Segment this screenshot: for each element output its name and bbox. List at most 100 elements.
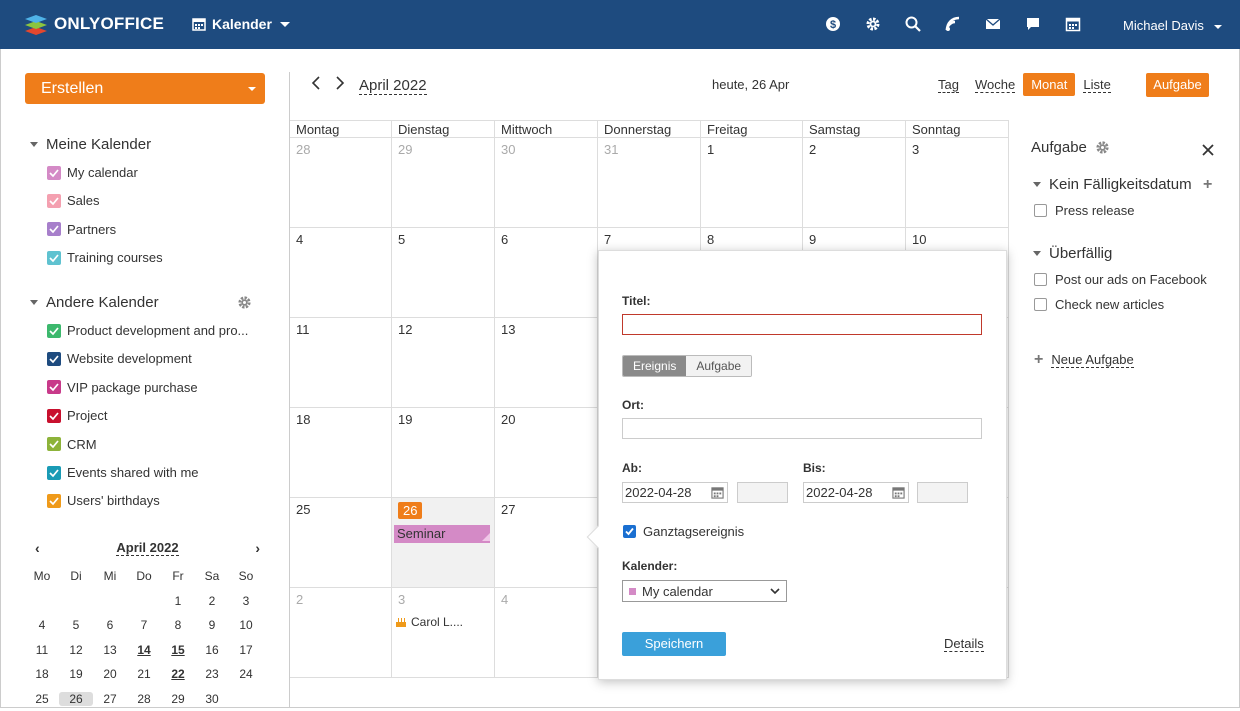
calendar-checkbox[interactable] bbox=[47, 437, 61, 451]
mini-day[interactable]: 10 bbox=[229, 618, 263, 632]
my-calendars-header[interactable]: Meine Kalender bbox=[30, 136, 151, 153]
mini-day[interactable]: 17 bbox=[229, 643, 263, 657]
mini-day[interactable]: 22 bbox=[161, 667, 195, 681]
calendar-checkbox[interactable] bbox=[47, 352, 61, 366]
view-tab-woche[interactable]: Woche bbox=[967, 73, 1023, 96]
day-cell[interactable]: 12 bbox=[392, 318, 495, 408]
no-due-date-section[interactable]: Kein Fälligkeitsdatum bbox=[1033, 176, 1192, 193]
mini-day[interactable]: 8 bbox=[161, 618, 195, 632]
task-checkbox[interactable] bbox=[1034, 204, 1047, 217]
task-item[interactable]: Check new articles bbox=[1034, 297, 1164, 312]
calendar-checkbox[interactable] bbox=[47, 166, 61, 180]
gear-icon[interactable] bbox=[237, 295, 252, 313]
mini-day[interactable]: 4 bbox=[25, 618, 59, 632]
to-time-input[interactable] bbox=[917, 482, 968, 503]
task-checkbox[interactable] bbox=[1034, 273, 1047, 286]
calendar-item[interactable]: Sales bbox=[47, 193, 100, 208]
event-type-option[interactable]: Ereignis bbox=[623, 356, 686, 376]
gear-icon[interactable] bbox=[1095, 140, 1110, 155]
mini-day[interactable]: 15 bbox=[161, 643, 195, 657]
day-cell[interactable]: 29 bbox=[392, 138, 495, 228]
calendar-item[interactable]: CRM bbox=[47, 437, 97, 452]
from-date-input[interactable]: 2022-04-28 bbox=[622, 482, 728, 503]
mini-day[interactable]: 28 bbox=[127, 692, 161, 706]
mini-day[interactable]: 14 bbox=[127, 643, 161, 657]
day-cell[interactable]: 2 bbox=[803, 138, 906, 228]
location-input[interactable] bbox=[622, 418, 982, 439]
calendar-icon[interactable] bbox=[1064, 15, 1082, 33]
title-input[interactable] bbox=[622, 314, 982, 335]
details-link[interactable]: Details bbox=[944, 636, 984, 652]
mini-day[interactable]: 19 bbox=[59, 667, 93, 681]
task-checkbox[interactable] bbox=[1034, 298, 1047, 311]
close-icon[interactable] bbox=[1202, 140, 1214, 161]
calendar-checkbox[interactable] bbox=[47, 222, 61, 236]
day-cell[interactable]: 4 bbox=[495, 588, 598, 678]
currency-icon[interactable]: $ bbox=[824, 15, 842, 33]
day-cell[interactable]: 27 bbox=[495, 498, 598, 588]
calendar-checkbox[interactable] bbox=[47, 324, 61, 338]
mini-day[interactable]: 13 bbox=[93, 643, 127, 657]
day-cell[interactable]: 1 bbox=[701, 138, 803, 228]
mini-day[interactable]: 18 bbox=[25, 667, 59, 681]
calendar-select[interactable]: My calendar bbox=[622, 580, 787, 602]
calendar-item[interactable]: Product development and pro... bbox=[47, 323, 248, 338]
create-button[interactable]: Erstellen bbox=[25, 73, 265, 104]
to-date-input[interactable]: 2022-04-28 bbox=[803, 482, 909, 503]
next-month-icon[interactable] bbox=[335, 76, 345, 95]
mini-day[interactable]: 24 bbox=[229, 667, 263, 681]
day-cell[interactable]: 2 bbox=[290, 588, 392, 678]
day-cell[interactable]: 4 bbox=[290, 228, 392, 318]
calendar-item[interactable]: Partners bbox=[47, 222, 116, 237]
mini-day[interactable]: 23 bbox=[195, 667, 229, 681]
calendar-item[interactable]: Events shared with me bbox=[47, 465, 199, 480]
day-cell[interactable]: 20 bbox=[495, 408, 598, 498]
search-icon[interactable] bbox=[904, 15, 922, 33]
view-tab-monat[interactable]: Monat bbox=[1023, 73, 1075, 96]
calendar-checkbox[interactable] bbox=[47, 466, 61, 480]
mini-day[interactable]: 20 bbox=[93, 667, 127, 681]
calendar-checkbox[interactable] bbox=[47, 251, 61, 265]
mini-day[interactable]: 2 bbox=[195, 594, 229, 608]
view-tab-tag[interactable]: Tag bbox=[930, 73, 967, 96]
prev-month-icon[interactable] bbox=[311, 76, 321, 95]
mini-day[interactable]: 5 bbox=[59, 618, 93, 632]
day-cell[interactable]: 25 bbox=[290, 498, 392, 588]
mini-day[interactable]: 16 bbox=[195, 643, 229, 657]
task-item[interactable]: Press release bbox=[1034, 203, 1134, 218]
mini-day[interactable]: 11 bbox=[25, 643, 59, 657]
calendar-item[interactable]: My calendar bbox=[47, 165, 138, 180]
mini-day[interactable]: 3 bbox=[229, 594, 263, 608]
feed-icon[interactable] bbox=[944, 15, 962, 33]
day-cell[interactable]: 30 bbox=[495, 138, 598, 228]
day-cell[interactable]: 6 bbox=[495, 228, 598, 318]
task-item[interactable]: Post our ads on Facebook bbox=[1034, 272, 1207, 287]
mini-day[interactable]: 12 bbox=[59, 643, 93, 657]
mini-day[interactable]: 29 bbox=[161, 692, 195, 706]
task-button[interactable]: Aufgabe bbox=[1146, 73, 1209, 97]
mail-icon[interactable] bbox=[984, 15, 1002, 33]
from-time-input[interactable] bbox=[737, 482, 788, 503]
new-task-link[interactable]: + Neue Aufgabe bbox=[1034, 351, 1134, 369]
mini-day[interactable]: 25 bbox=[25, 692, 59, 706]
day-cell[interactable]: 13 bbox=[495, 318, 598, 408]
user-menu[interactable]: Michael Davis bbox=[1123, 18, 1222, 33]
calendar-item[interactable]: Training courses bbox=[47, 250, 163, 265]
day-cell[interactable]: 31 bbox=[598, 138, 701, 228]
day-cell[interactable]: 26 bbox=[392, 498, 495, 588]
logo[interactable]: ONLYOFFICE bbox=[24, 12, 164, 36]
mini-day[interactable]: 21 bbox=[127, 667, 161, 681]
module-switcher[interactable]: Kalender bbox=[192, 16, 290, 32]
mini-day[interactable]: 30 bbox=[195, 692, 229, 706]
mini-next-month-icon[interactable]: › bbox=[255, 540, 260, 556]
day-cell[interactable]: 19 bbox=[392, 408, 495, 498]
calendar-event[interactable]: Seminar bbox=[394, 525, 490, 543]
task-type-option[interactable]: Aufgabe bbox=[686, 356, 751, 376]
overdue-section[interactable]: Überfällig bbox=[1033, 245, 1112, 262]
day-cell[interactable]: 18 bbox=[290, 408, 392, 498]
calendar-icon[interactable] bbox=[892, 486, 905, 499]
event-resize-handle[interactable] bbox=[482, 533, 490, 541]
calendar-icon[interactable] bbox=[711, 486, 724, 499]
view-tab-liste[interactable]: Liste bbox=[1075, 73, 1118, 96]
mini-day[interactable]: 9 bbox=[195, 618, 229, 632]
